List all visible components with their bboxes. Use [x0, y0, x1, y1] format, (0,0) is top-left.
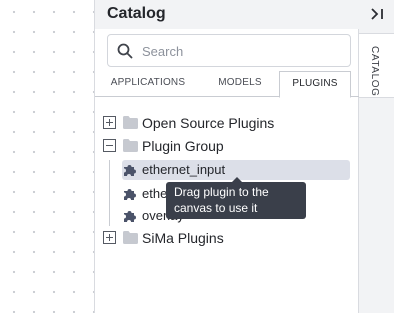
search-box[interactable] [107, 34, 351, 67]
plugin-label: ethe [142, 186, 168, 201]
search-input[interactable] [142, 39, 342, 63]
tree-group-plugin-group[interactable]: Plugin Group [95, 136, 355, 156]
catalog-rail-tab[interactable]: CATALOG [359, 33, 394, 98]
expand-toggle[interactable] [103, 231, 116, 244]
collapse-toggle[interactable] [103, 139, 116, 152]
folder-icon [123, 116, 138, 129]
catalog-tabs: APPLICATIONS MODELS PLUGINS [95, 71, 359, 98]
tab-plugins[interactable]: PLUGINS [279, 71, 351, 98]
group-label: Open Source Plugins [142, 115, 275, 131]
tree-guide-line [109, 160, 110, 226]
puzzle-piece-icon [124, 189, 136, 200]
expand-toggle[interactable] [103, 116, 116, 129]
folder-icon [123, 139, 138, 152]
tab-applications[interactable]: APPLICATIONS [95, 71, 201, 97]
puzzle-piece-icon [124, 165, 136, 176]
group-label: SiMa Plugins [142, 230, 224, 246]
tree-group-sima-plugins[interactable]: SiMa Plugins [95, 228, 355, 248]
tree-group-open-source[interactable]: Open Source Plugins [95, 113, 355, 133]
collapse-right-icon [371, 8, 383, 20]
plugin-label: ethernet_input [142, 162, 226, 177]
group-label: Plugin Group [142, 138, 224, 154]
catalog-panel: Catalog APPLICATIONS MODELS PLUGINS Open… [95, 0, 359, 313]
pipeline-canvas[interactable] [0, 0, 95, 313]
tab-models[interactable]: MODELS [201, 71, 279, 97]
collapse-panel-button[interactable] [359, 0, 394, 29]
puzzle-piece-icon [124, 211, 136, 222]
search-icon [117, 43, 133, 59]
side-rail: CATALOG [359, 0, 394, 313]
catalog-header: Catalog [95, 0, 359, 29]
rail-tab-label: CATALOG [369, 46, 380, 97]
panel-title: Catalog [107, 5, 166, 22]
folder-icon [123, 231, 138, 244]
drag-tooltip: Drag plugin to the canvas to use it [166, 182, 306, 219]
